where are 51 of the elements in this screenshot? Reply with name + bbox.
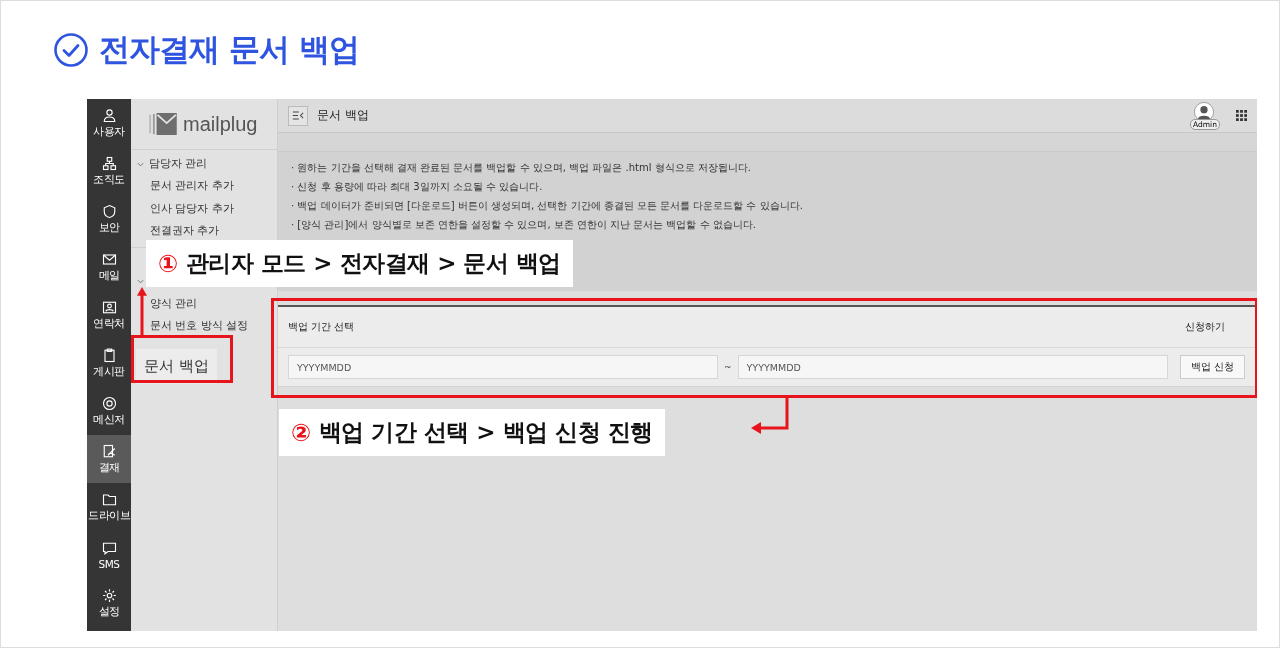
rail-item[interactable]: 사용자 (87, 99, 131, 147)
check-circle-icon (53, 32, 89, 68)
rail-item[interactable]: 결재 (87, 435, 131, 483)
notice-text: · 백업 데이터가 준비되면 [다운로드] 버튼이 생성되며, 선택한 기간에 종결된 모든 문서를 다운로드할 수 있습니다. (291, 200, 803, 211)
speech-bubble-icon (101, 540, 117, 556)
sidebar-item[interactable]: 문서 번호 방식 설정 (150, 319, 248, 334)
page-title: 전자결재 문서 백업 (99, 30, 359, 69)
sidebar-item[interactable]: 인사 담당자 추가 (150, 201, 234, 216)
form-label: 백업 기간 선택 (288, 320, 355, 334)
mail-icon (101, 251, 117, 267)
notice-text: · 원하는 기간을 선택해 결재 완료된 문서를 백업할 수 있으며, 백업 파일은 .html 형식으로 저장됩니다. (291, 162, 751, 173)
shield-icon (101, 203, 117, 219)
org-chart-icon (101, 155, 117, 171)
folder-icon (101, 491, 117, 507)
end-date-field[interactable]: YYYYMMDD (737, 355, 1168, 379)
rail-item[interactable]: 설정 (87, 579, 131, 627)
sidebar-item[interactable]: 전결권자 추가 (150, 224, 220, 239)
pen-document-icon (101, 443, 117, 459)
sidebar-item[interactable]: 양식 관리 (150, 296, 198, 311)
rail-item[interactable]: SMS (87, 531, 131, 579)
menu-icon (292, 111, 304, 120)
sidebar-group-title[interactable]: 담당자 관리 (149, 157, 208, 171)
rail-item[interactable]: 연락처 (87, 291, 131, 339)
callout-label: ① 관리자 모드 > 전자결재 > 문서 백업 (146, 240, 573, 287)
backup-request-button[interactable]: 백업 신청 (1179, 355, 1245, 379)
app-grid-icon[interactable] (1236, 110, 1247, 121)
notice-text: · [양식 관리]에서 양식별로 보존 연한을 설정할 수 있으며, 보존 연한이 지난 문서는 백업할 수 없습니다. (291, 219, 757, 230)
envelope-logo-icon (149, 113, 177, 135)
callout-label: ② 백업 기간 선택 > 백업 신청 진행 (279, 409, 665, 456)
sidebar-item[interactable]: 문서 백업 (136, 349, 217, 385)
page-header-title: 문서 백업 (317, 107, 369, 124)
rail-item[interactable]: 보안 (87, 195, 131, 243)
clipboard-icon (101, 347, 117, 363)
range-separator: ~ (724, 362, 732, 372)
notice-text: · 신청 후 용량에 따라 최대 3일까지 소요될 수 있습니다. (291, 181, 543, 192)
person-icon (101, 107, 117, 123)
settings-icon (101, 587, 117, 603)
rail-item[interactable]: 메일 (87, 243, 131, 291)
rail-item[interactable]: 메신저 (87, 387, 131, 435)
rail-item[interactable]: 조직도 (87, 147, 131, 195)
logo-text: mailplug (183, 112, 258, 136)
start-date-field[interactable]: YYYYMMDD (288, 355, 718, 379)
form-label: 신청하기 (1185, 320, 1225, 334)
sidebar-item[interactable]: 문서 관리자 추가 (150, 179, 234, 194)
menu-collapse-button[interactable] (288, 105, 308, 126)
chat-icon (101, 395, 117, 411)
arrow-drawing (137, 287, 147, 335)
rail-item[interactable]: 드라이브 (87, 483, 131, 531)
contact-card-icon (101, 299, 117, 315)
arrow-drawing (751, 398, 791, 434)
rail-item[interactable]: 게시판 (87, 339, 131, 387)
